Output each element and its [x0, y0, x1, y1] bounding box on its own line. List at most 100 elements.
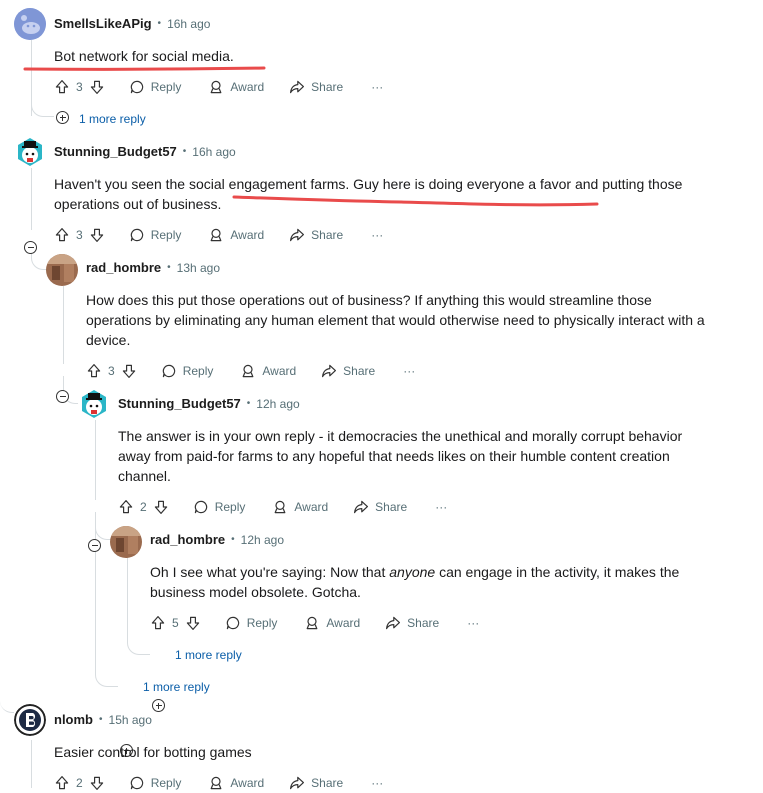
- snoo-avatar-icon: [14, 136, 46, 168]
- award-button[interactable]: Award: [208, 79, 264, 95]
- comment-author[interactable]: SmellsLikeAPig: [54, 16, 152, 31]
- upvote-icon[interactable]: [54, 775, 70, 791]
- vote-group: 2: [118, 499, 169, 515]
- share-button[interactable]: Share: [321, 363, 375, 379]
- award-label: Award: [230, 80, 265, 94]
- annotation-underline: [23, 66, 266, 71]
- downvote-icon[interactable]: [185, 615, 201, 631]
- award-icon: [208, 227, 224, 243]
- expand-icon[interactable]: [56, 111, 69, 124]
- award-button[interactable]: Award: [240, 363, 296, 379]
- comment-timestamp[interactable]: 12h ago: [256, 397, 299, 411]
- collapse-icon[interactable]: [88, 539, 101, 552]
- collapse-icon[interactable]: [56, 390, 69, 403]
- thread-connector: [31, 96, 54, 117]
- upvote-icon[interactable]: [54, 79, 70, 95]
- share-label: Share: [343, 364, 376, 378]
- award-icon: [272, 499, 288, 515]
- comment-author[interactable]: Stunning_Budget57: [118, 396, 241, 411]
- award-icon: [208, 775, 224, 791]
- avatar[interactable]: [110, 526, 142, 558]
- overflow-menu-button[interactable]: ···: [371, 228, 383, 242]
- overflow-menu-button[interactable]: ···: [435, 500, 447, 514]
- award-button[interactable]: Award: [208, 775, 264, 791]
- comment-icon: [129, 775, 145, 791]
- share-icon: [289, 79, 305, 95]
- comment-body: Easier control for botting games: [54, 744, 252, 760]
- expand-icon[interactable]: [152, 699, 165, 712]
- comment-author[interactable]: rad_hombre: [86, 260, 161, 275]
- comment-timestamp[interactable]: 16h ago: [167, 17, 210, 31]
- reply-button[interactable]: Reply: [129, 79, 182, 95]
- reply-button[interactable]: Reply: [161, 363, 213, 379]
- share-button[interactable]: Share: [353, 499, 407, 515]
- overflow-menu-button[interactable]: ···: [403, 364, 415, 378]
- share-icon: [353, 499, 369, 515]
- overflow-menu-button[interactable]: ···: [371, 80, 383, 94]
- comment-icon: [161, 363, 177, 379]
- comment-author[interactable]: rad_hombre: [150, 532, 225, 547]
- overflow-menu-button[interactable]: ···: [467, 616, 479, 630]
- award-button[interactable]: Award: [304, 615, 360, 631]
- award-icon: [208, 79, 224, 95]
- upvote-icon[interactable]: [118, 499, 134, 515]
- vote-group: 3: [54, 227, 105, 243]
- comment-actions: 3 Reply Award Share ···: [54, 77, 383, 97]
- reply-button[interactable]: Reply: [225, 615, 277, 631]
- comment-actions: 2 Reply Award Share ···: [118, 497, 447, 517]
- reply-button[interactable]: Reply: [129, 775, 181, 791]
- avatar[interactable]: [14, 8, 46, 40]
- comment-author[interactable]: nlomb: [54, 712, 93, 727]
- award-label: Award: [262, 364, 297, 378]
- share-label: Share: [311, 80, 344, 94]
- emphasis-text: anyone: [389, 564, 436, 580]
- avatar[interactable]: [14, 704, 46, 736]
- more-replies-link[interactable]: 1 more reply: [175, 648, 242, 662]
- downvote-icon[interactable]: [121, 363, 137, 379]
- thread-line: [95, 420, 96, 500]
- meta-separator: •: [99, 714, 103, 725]
- share-button[interactable]: Share: [289, 79, 343, 95]
- share-button[interactable]: Share: [289, 775, 343, 791]
- annotation-underline: [232, 195, 599, 207]
- thread-line: [31, 740, 32, 788]
- vote-group: 2: [54, 775, 105, 791]
- award-button[interactable]: Award: [208, 227, 264, 243]
- more-replies-link[interactable]: 1 more reply: [143, 680, 210, 694]
- reply-button[interactable]: Reply: [193, 499, 246, 515]
- avatar[interactable]: [78, 388, 110, 420]
- upvote-icon[interactable]: [54, 227, 70, 243]
- comment-timestamp[interactable]: 12h ago: [241, 533, 284, 547]
- vote-count: 3: [108, 364, 115, 378]
- comment-timestamp[interactable]: 13h ago: [177, 261, 220, 275]
- more-replies-link[interactable]: 1 more reply: [79, 112, 146, 126]
- upvote-icon[interactable]: [150, 615, 166, 631]
- comment-timestamp[interactable]: 16h ago: [192, 145, 235, 159]
- share-button[interactable]: Share: [385, 615, 439, 631]
- comment-actions: 3 Reply Award Share ···: [54, 225, 383, 245]
- reply-label: Reply: [214, 500, 246, 514]
- award-icon: [304, 615, 320, 631]
- downvote-icon[interactable]: [89, 227, 105, 243]
- downvote-icon[interactable]: [89, 79, 105, 95]
- avatar[interactable]: [14, 136, 46, 168]
- meta-separator: •: [246, 398, 251, 409]
- photo-avatar-icon: [46, 254, 78, 286]
- vote-group: 5: [150, 615, 201, 631]
- award-button[interactable]: Award: [272, 499, 328, 515]
- downvote-icon[interactable]: [89, 775, 105, 791]
- comment-author[interactable]: Stunning_Budget57: [54, 144, 177, 159]
- share-button[interactable]: Share: [289, 227, 343, 243]
- avatar[interactable]: [46, 254, 78, 286]
- reply-label: Reply: [150, 80, 182, 94]
- downvote-icon[interactable]: [153, 499, 169, 515]
- vote-count: 2: [140, 500, 147, 514]
- logo-avatar-icon: [14, 704, 46, 736]
- comment-timestamp[interactable]: 15h ago: [109, 713, 152, 727]
- collapse-icon[interactable]: [24, 241, 37, 254]
- reply-button[interactable]: Reply: [129, 227, 181, 243]
- award-label: Award: [230, 228, 265, 242]
- vote-count: 5: [172, 616, 179, 630]
- upvote-icon[interactable]: [86, 363, 102, 379]
- photo-avatar-icon: [110, 526, 142, 558]
